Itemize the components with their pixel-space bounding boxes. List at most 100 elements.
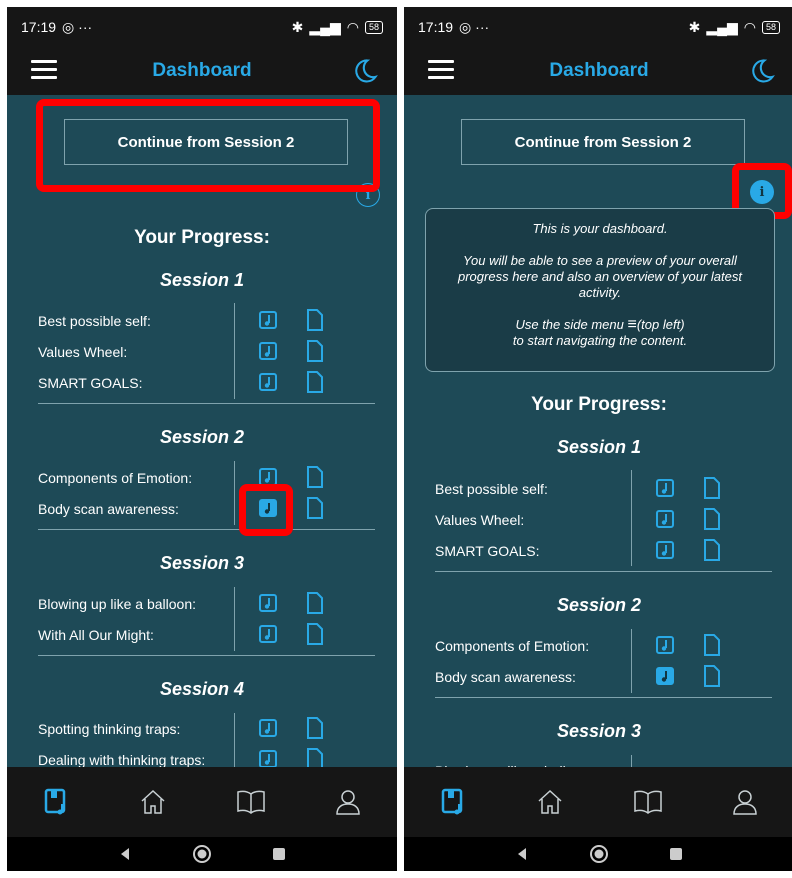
activity-label: Values Wheel: [38, 344, 128, 360]
bottom-navigation [7, 767, 397, 837]
bluetooth-icon: ✱ [688, 18, 701, 35]
activity-label: Values Wheel: [435, 512, 525, 528]
modules-icon[interactable] [36, 782, 76, 822]
document-icon[interactable] [306, 748, 324, 767]
recents-icon[interactable] [272, 847, 286, 861]
session-title: Session 2 [556, 595, 642, 615]
continue-session-button[interactable]: Continue from Session 2 [461, 119, 745, 165]
status-bar: 17:19 ◎ ··· ✱ ▂▄▆ ◠ 58 [404, 7, 792, 47]
column-divider [234, 461, 235, 525]
profile-icon[interactable] [328, 782, 368, 822]
activity-label: Best possible self: [435, 481, 548, 497]
activity-label: SMART GOALS: [435, 543, 540, 559]
session-title: Session 3 [556, 721, 642, 741]
music-note-icon[interactable] [259, 625, 277, 643]
column-divider [631, 470, 632, 566]
app-bar: Dashboard [404, 47, 792, 95]
status-bar: 17:19 ◎ ··· ✱ ▂▄▆ ◠ 58 [7, 7, 397, 47]
document-icon[interactable] [306, 466, 324, 488]
music-note-icon[interactable] [259, 342, 277, 360]
moon-icon[interactable] [748, 57, 776, 85]
info-card-line: This is your dashboard. [532, 221, 668, 236]
continue-session-button[interactable]: Continue from Session 2 [64, 119, 348, 165]
session-title: Session 2 [159, 427, 245, 447]
status-time: 17:19 [418, 19, 454, 35]
column-divider [234, 587, 235, 651]
session-divider [435, 571, 772, 572]
activity-label: Best possible self: [38, 313, 151, 329]
activity-label: Spotting thinking traps: [38, 721, 181, 737]
music-note-icon[interactable] [259, 373, 277, 391]
document-icon[interactable] [306, 623, 324, 645]
phone-screen-right: 17:19 ◎ ··· ✱ ▂▄▆ ◠ 58 Dashboard Continu… [404, 7, 792, 871]
modules-icon[interactable] [433, 782, 473, 822]
book-icon[interactable] [628, 782, 668, 822]
document-icon[interactable] [306, 309, 324, 331]
session-title: Session 4 [159, 679, 245, 699]
signal-icon: ▂▄▆ [706, 18, 738, 35]
home-system-icon[interactable] [192, 844, 212, 864]
info-card-line: Use the side menu [515, 317, 624, 332]
music-note-icon[interactable] [656, 541, 674, 559]
column-divider [234, 303, 235, 399]
home-system-icon[interactable] [589, 844, 609, 864]
document-icon[interactable] [703, 665, 721, 687]
battery-icon: 58 [364, 20, 383, 34]
system-navigation-bar [7, 837, 397, 871]
document-icon[interactable] [703, 477, 721, 499]
document-icon[interactable] [306, 371, 324, 393]
hamburger-menu-icon[interactable] [31, 60, 57, 82]
activity-label: With All Our Might: [38, 627, 154, 643]
music-note-icon[interactable] [259, 468, 277, 486]
session-divider [435, 697, 772, 698]
music-note-icon[interactable] [656, 479, 674, 497]
activity-label: Dealing with thinking traps: [38, 752, 206, 767]
music-note-icon-completed[interactable] [259, 499, 277, 517]
music-note-icon[interactable] [259, 594, 277, 612]
moon-icon[interactable] [351, 57, 379, 85]
music-note-icon[interactable] [259, 750, 277, 767]
profile-icon[interactable] [725, 782, 765, 822]
activity-label: Body scan awareness: [435, 669, 576, 685]
activity-label: Blowing up like a balloon: [38, 596, 196, 612]
session-divider [38, 529, 375, 530]
activity-label: Components of Emotion: [38, 470, 193, 486]
music-note-icon[interactable] [259, 719, 277, 737]
activity-label: Body scan awareness: [38, 501, 179, 517]
bottom-navigation [404, 767, 792, 837]
session-title: Session 1 [159, 270, 245, 290]
document-icon[interactable] [306, 497, 324, 519]
music-note-icon[interactable] [656, 636, 674, 654]
status-time: 17:19 [21, 19, 57, 35]
menu-icon: ≡ [627, 316, 637, 333]
document-icon[interactable] [306, 717, 324, 739]
recents-icon[interactable] [669, 847, 683, 861]
wifi-icon: ◠ [346, 18, 359, 35]
column-divider [631, 755, 632, 767]
page-title: Dashboard [549, 60, 649, 81]
column-divider [234, 713, 235, 767]
music-note-icon[interactable] [259, 311, 277, 329]
document-icon[interactable] [703, 634, 721, 656]
session-divider [38, 403, 375, 404]
home-icon[interactable] [133, 782, 173, 822]
book-icon[interactable] [231, 782, 271, 822]
hamburger-menu-icon[interactable] [428, 60, 454, 82]
music-note-icon[interactable] [656, 510, 674, 528]
info-icon[interactable]: i [750, 180, 774, 204]
document-icon[interactable] [306, 340, 324, 362]
music-note-icon-completed[interactable] [656, 667, 674, 685]
document-icon[interactable] [306, 592, 324, 614]
back-icon[interactable] [118, 847, 132, 861]
home-icon[interactable] [530, 782, 570, 822]
page-title: Dashboard [152, 60, 252, 81]
bluetooth-icon: ✱ [291, 18, 304, 35]
session-divider [38, 655, 375, 656]
document-icon[interactable] [703, 539, 721, 561]
phone-screen-left: 17:19 ◎ ··· ✱ ▂▄▆ ◠ 58 Dashboard Continu… [7, 7, 397, 871]
dashboard-content: Continue from Session 2 i Your Progress:… [7, 95, 397, 767]
document-icon[interactable] [703, 508, 721, 530]
info-icon[interactable]: i [356, 183, 380, 207]
info-card-line: to start navigating the content. [512, 333, 688, 348]
back-icon[interactable] [515, 847, 529, 861]
